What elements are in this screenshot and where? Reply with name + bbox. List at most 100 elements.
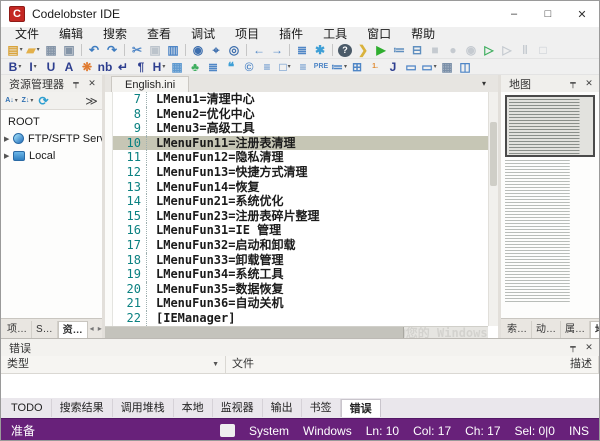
menu-item[interactable]: 搜索	[93, 27, 137, 42]
menu-item[interactable]: 插件	[269, 27, 313, 42]
code-line[interactable]: 13 LMenuFun14=恢复	[105, 180, 498, 195]
comment-button[interactable]: ❝	[222, 59, 240, 74]
copyright-button[interactable]: ©	[240, 59, 258, 74]
code-line[interactable]: 7 LMenu1=清理中心	[105, 92, 498, 107]
debug-search-button[interactable]: ◉	[462, 43, 480, 58]
run-button[interactable]: ▶	[372, 43, 390, 58]
editor-vertical-scrollbar[interactable]	[488, 92, 498, 326]
bottom-tab[interactable]: 本地	[174, 399, 213, 417]
snippet-button[interactable]: ✱	[311, 43, 329, 58]
code-line[interactable]: 15 LMenuFun23=注册表碎片整理	[105, 209, 498, 224]
code-editor[interactable]: 7 LMenu1=清理中心 8 LMenu2=优化中心 9 LMenu3=高级工…	[105, 92, 498, 338]
bold-button[interactable]: B	[6, 59, 24, 74]
code-line[interactable]: 18 LMenuFun33=卸载管理	[105, 253, 498, 268]
vscroll-thumb[interactable]	[490, 122, 497, 186]
panel-tab[interactable]: 动…	[532, 321, 561, 338]
paragraph-button[interactable]: ¶	[132, 59, 150, 74]
close-button[interactable]: ✕	[583, 342, 595, 353]
sort-asc-button[interactable]: A↓	[4, 93, 19, 108]
code-minimap[interactable]	[501, 92, 599, 318]
color-picker-button[interactable]: ❋	[78, 59, 96, 74]
input-field-button[interactable]: ▭	[402, 59, 420, 74]
bottom-tab[interactable]: 输出	[263, 399, 302, 417]
navigate-forward-button[interactable]: →	[268, 43, 286, 58]
help-button[interactable]: ?	[338, 44, 352, 57]
tab-list-button[interactable]: ▾	[482, 79, 486, 88]
panel-tab[interactable]: S…	[32, 321, 58, 338]
panel-tab[interactable]: 资…	[58, 321, 88, 338]
pin-button[interactable]: ┯	[567, 78, 579, 89]
site-tree-button[interactable]: ♣	[186, 59, 204, 74]
code-line[interactable]: 10 LMenuFun11=注册表清理	[105, 136, 498, 151]
menu-item[interactable]: 工具	[313, 27, 357, 42]
panel-tab[interactable]: 索…	[503, 321, 532, 338]
run-script-button[interactable]: ▷	[480, 43, 498, 58]
code-line[interactable]: 8 LMenu2=优化中心	[105, 107, 498, 122]
tree-item[interactable]: ▶ Local	[1, 147, 102, 164]
format-code-button[interactable]: ≣	[293, 43, 311, 58]
maximize-button[interactable]: □	[531, 1, 565, 27]
find-button[interactable]: ◉	[189, 43, 207, 58]
close-button[interactable]: ✕	[583, 78, 595, 89]
line-break-button[interactable]: ↵	[114, 59, 132, 74]
code-line[interactable]: 12 LMenuFun13=快捷方式清理	[105, 165, 498, 180]
minimap-viewport[interactable]	[505, 95, 595, 157]
bottom-tab[interactable]: 书签	[302, 399, 341, 417]
code-line[interactable]: 16 LMenuFun31=IE 管理	[105, 223, 498, 238]
numbered-list-button[interactable]: 1.	[366, 59, 384, 74]
save-all-button[interactable]: ▣	[60, 43, 78, 58]
menu-item[interactable]: 调试	[181, 27, 225, 42]
tabs-scroll-right-button[interactable]: ▸	[96, 324, 104, 333]
close-button[interactable]: ✕	[565, 1, 599, 27]
close-button[interactable]: ✕	[86, 78, 98, 89]
sort-desc-button[interactable]: Z↓	[20, 93, 35, 108]
underline-button[interactable]: U	[42, 59, 60, 74]
panel-tab[interactable]: 地…	[590, 321, 600, 338]
refresh-button[interactable]: ⟳	[36, 93, 51, 108]
code-line[interactable]: 17 LMenuFun32=启动和卸载	[105, 238, 498, 253]
open-file-button[interactable]: ▰	[24, 43, 42, 58]
save-button[interactable]: ▦	[42, 43, 60, 58]
code-line[interactable]: 9 LMenu3=高级工具	[105, 121, 498, 136]
hscroll-thumb[interactable]	[105, 327, 404, 338]
panel-tab[interactable]: 项…	[3, 321, 32, 338]
picture-button[interactable]: ▦	[438, 59, 456, 74]
undo-button[interactable]: ↶	[85, 43, 103, 58]
console-button[interactable]: ⊟	[408, 43, 426, 58]
bottom-tab[interactable]: 搜索结果	[52, 399, 113, 417]
bottom-tab[interactable]: 调用堆栈	[113, 399, 174, 417]
align-left-button[interactable]: ≡	[258, 59, 276, 74]
pin-button[interactable]: ┯	[567, 342, 579, 353]
panel-tab[interactable]: 属…	[561, 321, 590, 338]
code-line[interactable]: 19 LMenuFun34=系统工具	[105, 267, 498, 282]
copy-button[interactable]: ▣	[146, 43, 164, 58]
php-tag-button[interactable]: ❯	[354, 43, 372, 58]
justify-button[interactable]: J	[384, 59, 402, 74]
tabs-scroll-left-button[interactable]: ◂	[88, 324, 96, 333]
table-button[interactable]: ⊞	[348, 59, 366, 74]
frame-button[interactable]: ◫	[456, 59, 474, 74]
bottom-tab[interactable]: 监视器	[213, 399, 263, 417]
pause-button[interactable]: ‖	[516, 43, 534, 58]
goto-line-button[interactable]: ⌖	[207, 43, 225, 58]
menu-item[interactable]: 帮助	[401, 27, 445, 42]
more-tools-button[interactable]: ≫	[84, 93, 99, 108]
heading-button[interactable]: H	[150, 59, 168, 74]
minimize-button[interactable]: –	[497, 1, 531, 27]
cut-button[interactable]: ✂	[128, 43, 146, 58]
tree-root[interactable]: ROOT	[1, 113, 102, 130]
select-field-button[interactable]: ▭	[420, 59, 438, 74]
breakpoint-button[interactable]: ●	[444, 43, 462, 58]
expander-icon[interactable]: ▶	[4, 135, 13, 143]
code-line[interactable]: 11 LMenuFun12=隐私清理	[105, 150, 498, 165]
document-tab[interactable]: English.ini	[111, 76, 189, 92]
paste-button[interactable]: ▥	[164, 43, 182, 58]
menu-item[interactable]: 查看	[137, 27, 181, 42]
menu-item[interactable]: 项目	[225, 27, 269, 42]
stop-button[interactable]: ■	[426, 43, 444, 58]
panel-layout-icon[interactable]	[220, 424, 235, 437]
find-in-files-button[interactable]: ◎	[225, 43, 243, 58]
code-line[interactable]: 20 LMenuFun35=数据恢复	[105, 282, 498, 297]
editor-horizontal-scrollbar[interactable]	[105, 326, 488, 338]
column-header[interactable]: 文件	[226, 356, 564, 373]
